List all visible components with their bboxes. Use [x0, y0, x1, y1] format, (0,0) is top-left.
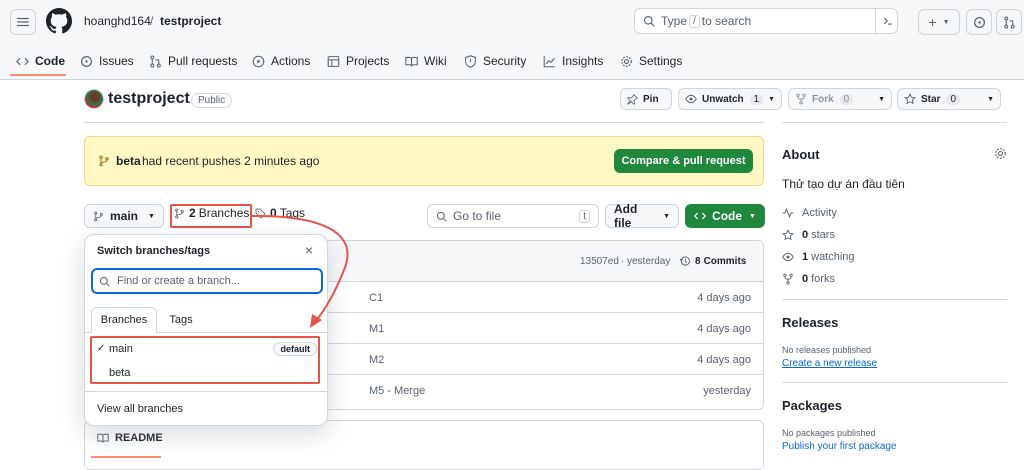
forks-link[interactable]: 0 forks [782, 273, 835, 285]
about-title: About [782, 147, 820, 162]
watching-label: watching [811, 251, 855, 263]
stars-count: 0 [802, 229, 809, 241]
activity-link[interactable]: Activity [782, 207, 837, 219]
packages-title[interactable]: Packages [782, 398, 842, 413]
stars-link[interactable]: 0 stars [782, 229, 835, 241]
activity-label: Activity [802, 207, 837, 219]
no-packages-text: No packages published [782, 428, 876, 438]
sidebar-divider [782, 382, 1007, 383]
watching-link[interactable]: 1 watching [782, 251, 855, 263]
repo-description: Thử tạo dự án đầu tiên [782, 177, 905, 191]
create-release-link[interactable]: Create a new release [782, 358, 877, 369]
sidebar-divider [782, 299, 1007, 300]
star-icon [782, 229, 794, 241]
forks-label: forks [811, 273, 835, 285]
watching-count: 1 [802, 251, 809, 263]
eye-icon [782, 252, 794, 262]
forks-count: 0 [802, 273, 809, 285]
releases-title[interactable]: Releases [782, 315, 838, 330]
repo-forked-icon [783, 273, 793, 285]
gear-icon[interactable] [994, 147, 1007, 160]
no-releases-text: No releases published [782, 345, 872, 355]
pulse-icon [782, 207, 794, 219]
annotation-arrow [251, 214, 349, 328]
stars-label: stars [811, 229, 835, 241]
publish-package-link[interactable]: Publish your first package [782, 441, 897, 452]
